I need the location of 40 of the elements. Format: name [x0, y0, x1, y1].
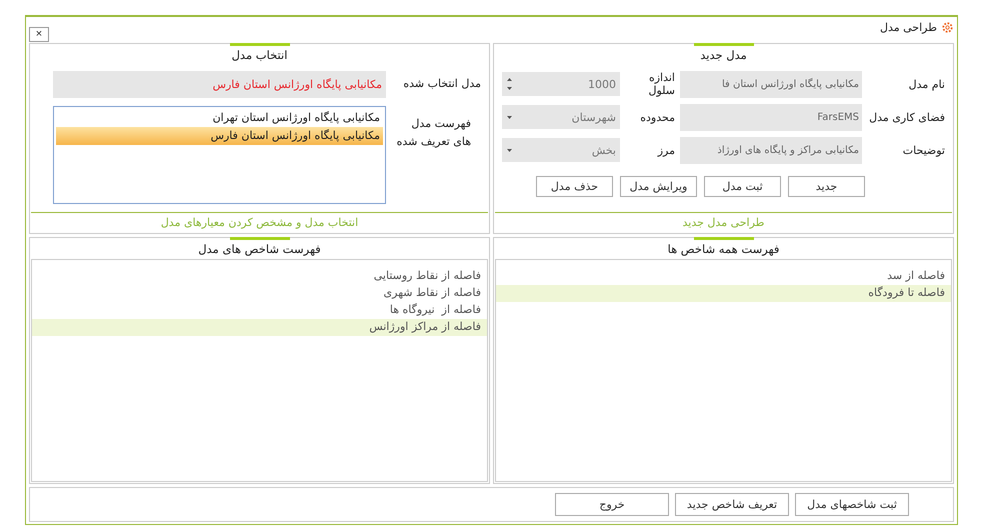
index-list-item[interactable]: فاصله از نقاط روستایی [32, 268, 487, 285]
spinner-arrows-icon[interactable] [506, 77, 513, 92]
field-label: اندازه سلول [647, 71, 675, 98]
panel-caption: طراحی مدل جدید [495, 212, 952, 233]
panel-caption: انتخاب مدل و مشخص کردن معیارهای مدل [31, 212, 488, 233]
panel-title: فهرست شاخص های مدل [197, 240, 322, 258]
field-label: محدوده [639, 110, 675, 124]
index-list-item[interactable]: فاصله از سد [496, 268, 951, 285]
field-label: مدل انتخاب شده [402, 76, 481, 90]
index-list-item[interactable]: فاصله تا فرودگاه [496, 284, 951, 302]
index-list-item[interactable]: فاصله از نیروگاه ها [32, 302, 487, 319]
selected-model-field: مکانیابی پایگاه اورژانس استان فارس [53, 70, 386, 98]
text-field[interactable]: مکانیابی پایگاه اورژانس استان فا [680, 70, 862, 98]
footer-button[interactable]: خروج [555, 493, 669, 516]
model-list-item[interactable]: مکانیابی پایگاه اورژانس استان فارس [56, 126, 383, 145]
action-button[interactable]: ویرایش مدل [620, 176, 697, 197]
dropdown[interactable]: بخش [502, 138, 620, 162]
field-label: توضیحات [902, 144, 945, 157]
index-list-item[interactable]: فاصله از نقاط شهری [32, 284, 487, 302]
panel-title: فهرست همه شاخص ها [666, 240, 780, 258]
panel-title: مدل جدید [699, 46, 748, 64]
model-list-item[interactable]: مکانیابی پایگاه اورژانس استان تهران [56, 108, 383, 127]
panel-title: انتخاب مدل [230, 46, 288, 64]
action-button[interactable]: جدید [788, 176, 865, 197]
field-label: فضای کاری مدل [868, 110, 945, 124]
footer-button[interactable]: تعریف شاخص جدید [675, 493, 789, 516]
footer-button[interactable]: ثبت شاخصهای مدل [795, 493, 909, 516]
close-button[interactable]: × [29, 27, 49, 42]
field-label: مرز [656, 144, 675, 157]
index-list-item[interactable]: فاصله از مراکز اورژانس [32, 318, 487, 336]
field-label: نام مدل [908, 78, 945, 91]
field-label: فهرست مدل های تعریف شده [396, 116, 472, 150]
text-field[interactable]: FarsEMS [680, 104, 862, 131]
dropdown[interactable]: شهرستان [502, 105, 620, 130]
action-button[interactable]: ثبت مدل [704, 176, 781, 197]
gear-icon [941, 21, 954, 34]
action-button[interactable]: حذف مدل [536, 176, 613, 197]
window-title: طراحی مدل [880, 21, 937, 34]
number-spinner[interactable]: 1000 [502, 72, 620, 96]
text-field[interactable]: مکانیابی مراکز و پایگاه های اورژاذ [680, 136, 862, 164]
